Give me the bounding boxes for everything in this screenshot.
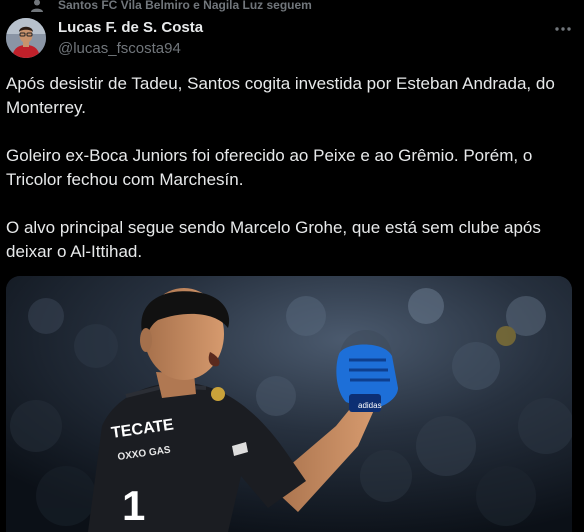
tweet-text: Após desistir de Tadeu, Santos cogita in… bbox=[6, 72, 580, 288]
tweet-media-photo[interactable]: TECATE OXXO GAS 1 adidas bbox=[6, 276, 572, 532]
social-context[interactable]: Santos FC Vila Belmiro e Nagila Luz segu… bbox=[0, 0, 584, 14]
tweet-paragraph: Goleiro ex-Boca Juniors foi oferecido ao… bbox=[6, 146, 533, 189]
avatar-image bbox=[6, 18, 46, 58]
user-icon bbox=[31, 0, 43, 12]
more-horizontal-icon bbox=[555, 27, 571, 31]
more-button[interactable] bbox=[548, 18, 578, 40]
avatar[interactable] bbox=[6, 18, 46, 58]
author-handle[interactable]: @lucas_fscosta94 bbox=[58, 40, 181, 57]
glove-brand: adidas bbox=[358, 401, 382, 410]
tweet-paragraph: O alvo principal segue sendo Marcelo Gro… bbox=[6, 218, 541, 261]
goalkeeper-photo: TECATE OXXO GAS 1 adidas bbox=[6, 276, 572, 532]
social-context-text: Santos FC Vila Belmiro e Nagila Luz segu… bbox=[58, 0, 312, 12]
author-name[interactable]: Lucas F. de S. Costa bbox=[58, 19, 203, 36]
tweet-paragraph: Após desistir de Tadeu, Santos cogita in… bbox=[6, 74, 555, 117]
jersey-number: 1 bbox=[122, 482, 145, 529]
